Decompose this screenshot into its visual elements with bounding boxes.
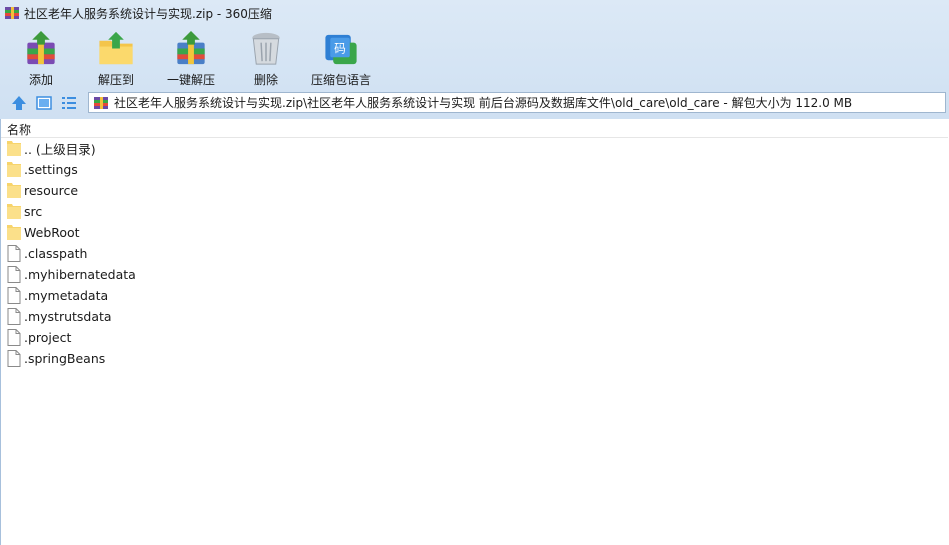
toolbar: 添加 解压到 一键解压 删除 码 压缩包语言 — [0, 26, 949, 88]
folder-icon — [7, 162, 21, 177]
file-list-panel: 名称 .. (上级目录) .settings resource src WebRoot.… — [0, 119, 949, 545]
archive-language-label: 压缩包语言 — [310, 73, 371, 87]
one-click-extract-label: 一键解压 — [166, 73, 215, 87]
path-field[interactable]: 社区老年人服务系统设计与实现.zip\社区老年人服务系统设计与实现 前后台源码及… — [88, 92, 946, 113]
file-icon — [7, 287, 21, 304]
add-archive-icon — [27, 30, 55, 65]
list-item-name: .springBeans — [24, 351, 106, 366]
svg-text:码: 码 — [334, 41, 346, 55]
delete-label: 删除 — [253, 73, 278, 87]
list-view-icon[interactable] — [60, 94, 78, 112]
list-item[interactable]: .project — [1, 327, 948, 348]
add-button[interactable]: 添加 — [1, 26, 81, 88]
extract-to-label: 解压到 — [97, 73, 134, 87]
list-item-name: .classpath — [24, 246, 88, 261]
window-title: 社区老年人服务系统设计与实现.zip - 360压缩 — [24, 7, 272, 21]
folder-icon — [7, 204, 21, 219]
list-item-name: .mystrutsdata — [24, 309, 112, 324]
list-item[interactable]: .springBeans — [1, 348, 948, 369]
list-item-name: .myhibernatedata — [24, 267, 136, 282]
one-click-extract-icon — [177, 30, 205, 65]
list-item[interactable]: resource — [1, 180, 948, 201]
list-item-name: resource — [24, 183, 79, 198]
file-icon — [7, 329, 21, 346]
archive-language-icon: 码 — [325, 34, 357, 65]
thumbnail-view-icon[interactable] — [35, 94, 53, 112]
delete-button[interactable]: 删除 — [226, 26, 306, 88]
list-item[interactable]: .myhibernatedata — [1, 264, 948, 285]
up-arrow-icon[interactable] — [10, 94, 28, 112]
list-item-name: WebRoot — [24, 225, 80, 240]
list-item[interactable]: .mymetadata — [1, 285, 948, 306]
trash-icon — [252, 32, 280, 65]
list-item-name: src — [24, 204, 43, 219]
folder-icon — [7, 141, 21, 156]
list-item[interactable]: .settings — [1, 159, 948, 180]
folder-icon — [7, 225, 21, 240]
title-bar: 社区老年人服务系统设计与实现.zip - 360压缩 — [0, 0, 949, 26]
folder-icon — [7, 183, 21, 198]
column-header-label: 名称 — [7, 123, 32, 137]
archive-window: 社区老年人服务系统设计与实现.zip - 360压缩 添加 解压到 一键解压 删… — [0, 0, 949, 545]
list-item-name: .mymetadata — [24, 288, 109, 303]
list-item-name: .. (上级目录) — [24, 142, 96, 157]
list-item[interactable]: WebRoot — [1, 222, 948, 243]
list-item-name: .settings — [24, 162, 78, 177]
window-chrome: 社区老年人服务系统设计与实现.zip - 360压缩 添加 解压到 一键解压 删… — [0, 0, 949, 119]
list-item[interactable]: .classpath — [1, 243, 948, 264]
file-icon — [7, 308, 21, 325]
list-item[interactable]: .mystrutsdata — [1, 306, 948, 327]
file-icon — [7, 350, 21, 367]
one-click-extract-button[interactable]: 一键解压 — [151, 26, 231, 88]
list-item-name: .project — [24, 330, 72, 345]
list-item[interactable]: src — [1, 201, 948, 222]
column-header-name[interactable]: 名称 — [1, 119, 948, 138]
extract-to-icon — [99, 31, 133, 65]
file-icon — [7, 266, 21, 283]
add-label: 添加 — [28, 73, 53, 87]
archive-language-button[interactable]: 码 压缩包语言 — [301, 26, 381, 88]
address-bar: 社区老年人服务系统设计与实现.zip\社区老年人服务系统设计与实现 前后台源码及… — [0, 91, 949, 115]
path-text: 社区老年人服务系统设计与实现.zip\社区老年人服务系统设计与实现 前后台源码及… — [114, 96, 853, 110]
file-icon — [7, 245, 21, 262]
file-list: .. (上级目录) .settings resource src WebRoot .cla… — [1, 138, 948, 369]
list-item[interactable]: .. (上级目录) — [1, 138, 948, 159]
archive-icon — [94, 96, 108, 109]
extract-to-button[interactable]: 解压到 — [76, 26, 156, 88]
archive-icon — [5, 7, 19, 19]
